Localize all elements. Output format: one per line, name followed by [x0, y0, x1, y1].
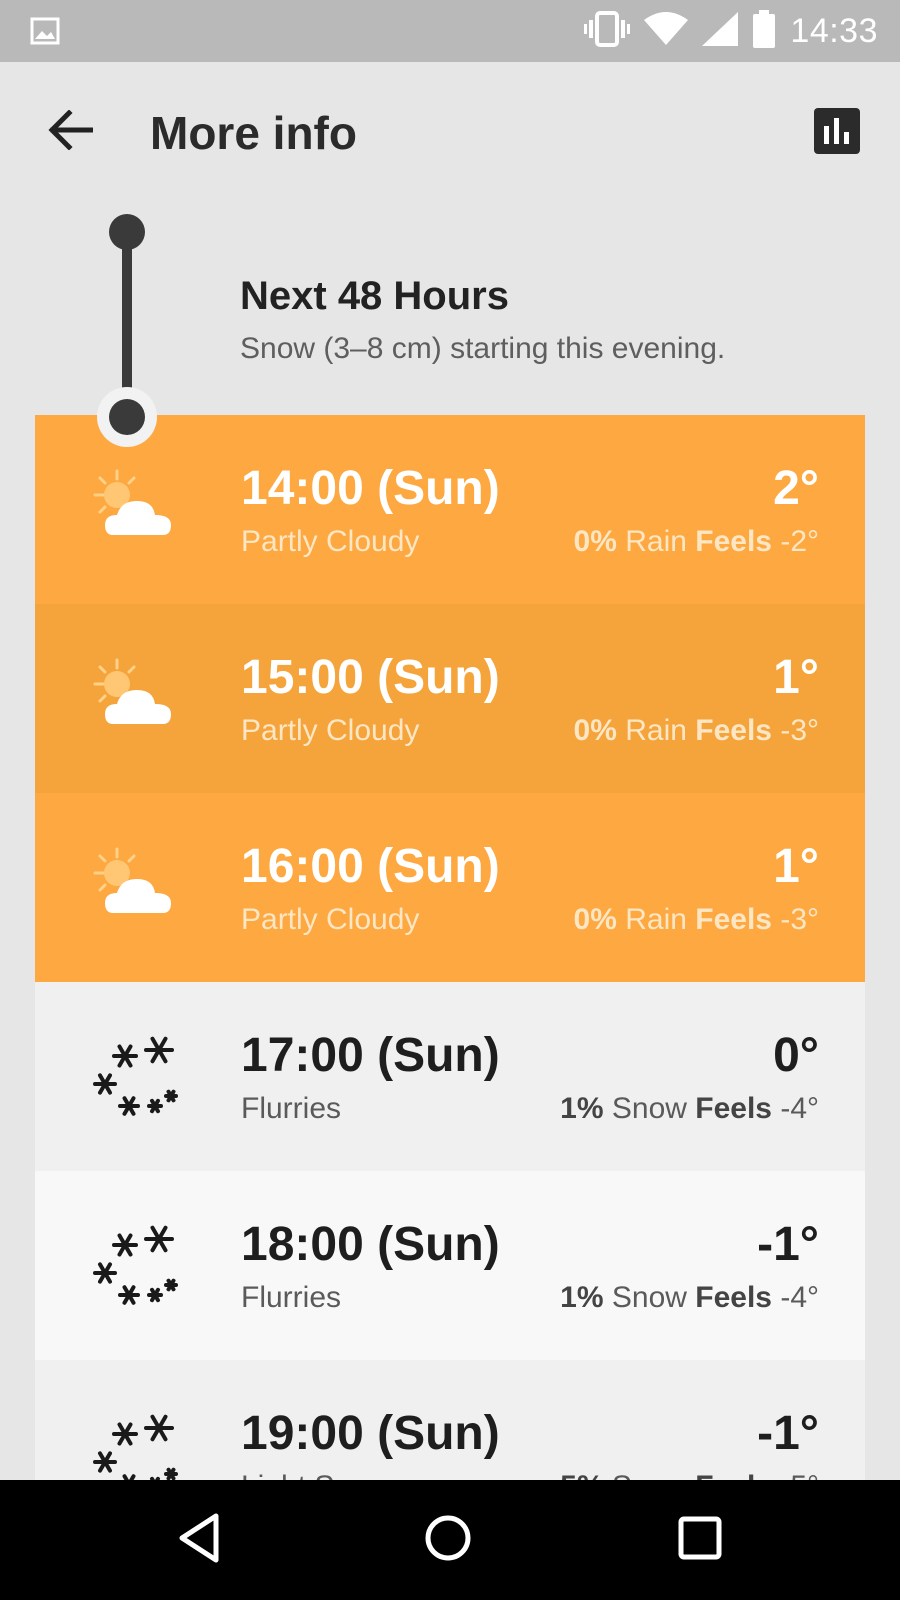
- precip-type: Snow: [611, 1092, 687, 1125]
- feels-like-temp: -2°: [780, 525, 819, 558]
- partly-cloudy-icon: [87, 845, 183, 931]
- feels-label: Feels: [695, 903, 772, 936]
- hour-temperature: 0°: [773, 1029, 819, 1082]
- app-bar: More info: [0, 62, 900, 202]
- flurries-icon: [87, 1412, 183, 1480]
- back-arrow-icon: [47, 108, 94, 155]
- precip-type: Snow: [611, 1281, 687, 1314]
- feels-like-temp: -4°: [780, 1092, 819, 1125]
- hour-row[interactable]: 18:00 (Sun) Flurries -1° 1% Snow Feels -4°: [35, 1171, 865, 1360]
- signal-icon: [702, 11, 739, 51]
- precip-percent: 0%: [573, 903, 617, 936]
- hour-row[interactable]: 17:00 (Sun) Flurries 0° 1% Snow Feels -4°: [35, 982, 865, 1171]
- partly-cloudy-icon: [87, 467, 183, 553]
- feels-like-temp: -3°: [780, 903, 819, 936]
- feels-label: Feels: [695, 1470, 772, 1480]
- back-button[interactable]: [40, 104, 100, 160]
- hour-time: 18:00 (Sun): [241, 1218, 500, 1271]
- back-triangle-icon: [172, 1513, 228, 1570]
- page-title: More info: [150, 107, 357, 159]
- hour-row[interactable]: 15:00 (Sun) Partly Cloudy 1° 0% Rain Feels …: [35, 604, 865, 793]
- hour-time: 16:00 (Sun): [241, 840, 500, 893]
- nav-home-button[interactable]: [420, 1510, 480, 1570]
- hour-temperature: 1°: [773, 651, 819, 704]
- hour-details: 0% Rain Feels -3°: [574, 903, 819, 937]
- hour-temperature: 2°: [773, 462, 819, 515]
- precip-percent: 0%: [573, 714, 617, 747]
- hour-time: 14:00 (Sun): [241, 462, 500, 515]
- partly-cloudy-icon: [87, 656, 183, 742]
- feels-label: Feels: [695, 525, 772, 558]
- timeline-dot-bottom: [109, 399, 145, 435]
- precip-type: Rain: [625, 714, 687, 747]
- feels-like-temp: -3°: [780, 714, 819, 747]
- chart-view-button[interactable]: [814, 108, 862, 156]
- bar-chart-icon: [814, 108, 860, 158]
- status-bar: 14:33: [0, 0, 900, 62]
- hour-time: 17:00 (Sun): [241, 1029, 500, 1082]
- feels-like-temp: -5°: [780, 1470, 819, 1480]
- hour-condition: Partly Cloudy: [241, 525, 420, 558]
- precip-type: Rain: [625, 525, 687, 558]
- hour-details: 1% Snow Feels -4°: [560, 1281, 819, 1315]
- wifi-icon: [644, 11, 689, 51]
- status-time: 14:33: [790, 11, 878, 50]
- hour-temperature: -1°: [757, 1218, 819, 1271]
- hour-condition: Light Snow: [241, 1470, 389, 1480]
- hour-condition: Partly Cloudy: [241, 903, 420, 936]
- hour-condition: Partly Cloudy: [241, 714, 420, 747]
- precip-percent: 1%: [560, 1281, 604, 1314]
- hourly-forecast-list[interactable]: 14:00 (Sun) Partly Cloudy 2° 0% Rain Feels …: [35, 415, 865, 1480]
- feels-like-temp: -4°: [780, 1281, 819, 1314]
- precip-percent: 1%: [560, 1092, 604, 1125]
- hour-row[interactable]: 19:00 (Sun) Light Snow -1° 5% Snow Feels -5…: [35, 1360, 865, 1480]
- hour-details: 1% Snow Feels -4°: [560, 1092, 819, 1126]
- hour-details: 0% Rain Feels -3°: [574, 714, 819, 748]
- hour-temperature: 1°: [773, 840, 819, 893]
- hour-temperature: -1°: [757, 1407, 819, 1460]
- precip-percent: 0%: [573, 525, 617, 558]
- recents-square-icon: [672, 1516, 728, 1570]
- feels-label: Feels: [695, 714, 772, 747]
- hour-time: 15:00 (Sun): [241, 651, 500, 704]
- feels-label: Feels: [695, 1281, 772, 1314]
- hour-row[interactable]: 16:00 (Sun) Partly Cloudy 1° 0% Rain Feels …: [35, 793, 865, 982]
- navigation-bar: [0, 1480, 900, 1600]
- nav-back-button[interactable]: [172, 1510, 232, 1570]
- hour-row[interactable]: 14:00 (Sun) Partly Cloudy 2° 0% Rain Feels …: [35, 415, 865, 604]
- battery-icon: [752, 9, 776, 53]
- home-circle-icon: [420, 1515, 476, 1570]
- timeline-dot-top: [109, 214, 145, 250]
- image-icon: [30, 17, 60, 50]
- nav-recents-button[interactable]: [672, 1510, 732, 1570]
- hour-time: 19:00 (Sun): [241, 1407, 500, 1460]
- flurries-icon: [87, 1223, 183, 1309]
- hour-condition: Flurries: [241, 1281, 342, 1314]
- precip-type: Snow: [612, 1470, 687, 1480]
- feels-label: Feels: [695, 1092, 772, 1125]
- flurries-icon: [87, 1034, 183, 1120]
- hour-condition: Flurries: [241, 1092, 342, 1125]
- vibrate-icon: [584, 10, 631, 52]
- hour-details: 5% Snow Feels -5°: [560, 1470, 819, 1480]
- summary-subtitle: Snow (3–8 cm) starting this evening.: [240, 332, 726, 365]
- precip-type: Rain: [625, 903, 687, 936]
- precip-percent: 5%: [560, 1470, 603, 1480]
- hour-details: 0% Rain Feels -2°: [574, 525, 819, 559]
- summary-title: Next 48 Hours: [240, 274, 509, 318]
